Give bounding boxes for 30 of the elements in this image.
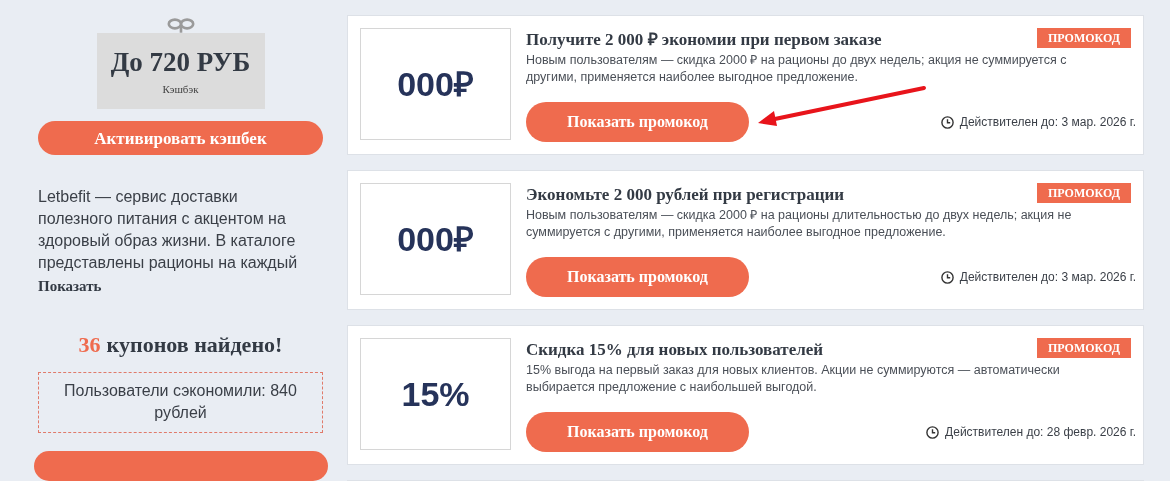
expiry-date: Действителен до: 3 мар. 2026 г. (959, 269, 1136, 286)
description-text: Letbefit — сервис доставки полезного питания с акцентом на здоровый образ жизни. В каталоге представлены рационы на каждый (38, 187, 299, 274)
promo-code-badge: ПРОМОКОД (1037, 338, 1131, 358)
show-promo-code-button[interactable]: Показать промокод (526, 412, 749, 452)
coupon-description: Новым пользователям — скидка 2000 ₽ на рационы до двух недель; акция не суммируется с другими, применяется наиболее выгодное предложение. (526, 52, 1068, 86)
coupon-title: Скидка 15% для новых пользователей (526, 339, 824, 361)
coupon-title: Экономьте 2 000 рублей при регистрации (526, 184, 845, 206)
coupon-value: 000₽ (397, 218, 474, 260)
partial-button[interactable] (33, 451, 328, 481)
expiry-date: Действителен до: 3 мар. 2026 г. (959, 114, 1136, 131)
coupon-value: 15% (401, 373, 470, 415)
cashback-label: Кэшбэк (162, 81, 199, 97)
show-more-link[interactable]: Показать (38, 275, 102, 298)
coupon-title: Получите 2 000 ₽ экономии при первом заказе (526, 29, 882, 51)
coupons-found-text: купонов найдено! (106, 331, 283, 358)
clock-icon (940, 115, 954, 129)
coupon-description: 15% выгода на первый заказ для новых клиентов. Акции не суммируются — автоматически выбирается предложение с наибольшей выгодой. (526, 362, 1061, 396)
coupon-description: Новым пользователям — скидка 2000 ₽ на рационы длительностью до двух недель; акция не суммируется с другими, применяется наиболее выгодное предложение. (526, 207, 1073, 241)
show-promo-code-button[interactable]: Показать промокод (526, 102, 749, 142)
cashback-amount: До 720 РУБ (110, 45, 251, 78)
clock-icon (926, 425, 940, 439)
coupon-count: 36 (78, 331, 101, 358)
savings-text: Пользователи сэкономили: 840 рублей (63, 381, 298, 424)
expiry-date: Действителен до: 28 февр. 2026 г. (945, 424, 1136, 441)
clock-icon (940, 270, 954, 284)
promo-code-badge: ПРОМОКОД (1037, 28, 1131, 48)
show-promo-code-button[interactable]: Показать промокод (526, 257, 749, 297)
promo-code-badge: ПРОМОКОД (1037, 183, 1131, 203)
coupon-value: 000₽ (397, 63, 474, 105)
activate-cashback-button[interactable]: Активировать кэшбек (38, 121, 323, 156)
